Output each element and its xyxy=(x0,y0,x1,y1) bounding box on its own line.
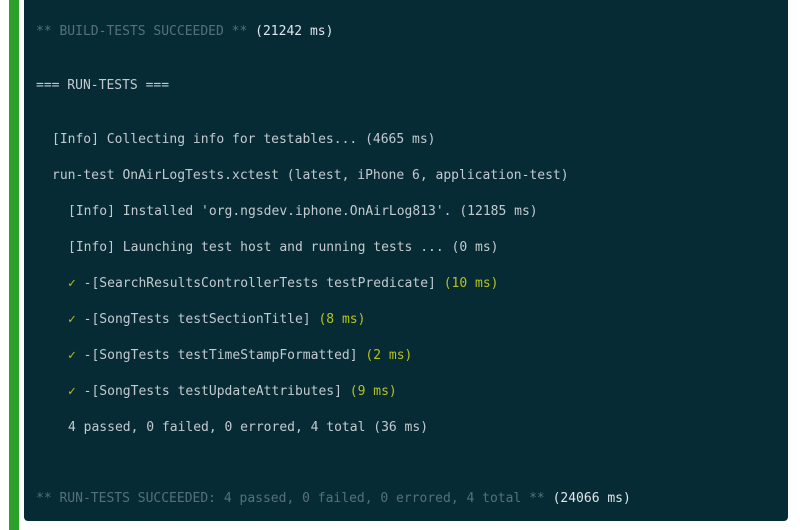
check-icon: ✓ xyxy=(68,276,76,291)
test-time: (10 ms) xyxy=(443,276,499,291)
build-result-line: ** BUILD-TESTS SUCCEEDED ** (21242 ms) xyxy=(36,23,333,41)
test-result-line: ✓ -[SongTests testUpdateAttributes] (9 m… xyxy=(68,383,397,401)
test-result-line: ✓ -[SearchResultsControllerTests testPre… xyxy=(68,275,498,293)
build-time: (21242 ms) xyxy=(255,24,334,39)
test-time: (9 ms) xyxy=(349,384,397,399)
installed-text: [Info] Installed 'org.ngsdev.iphone.OnAi… xyxy=(68,204,538,219)
check-icon: ✓ xyxy=(68,348,76,363)
test-time: (8 ms) xyxy=(318,312,366,327)
run-tests-header-text: === RUN-TESTS === xyxy=(36,78,170,93)
check-icon: ✓ xyxy=(68,312,76,327)
build-status: ** BUILD-TESTS SUCCEEDED ** xyxy=(36,24,248,39)
test-name: -[SongTests testTimeStampFormatted] xyxy=(83,348,358,363)
installed-line: [Info] Installed 'org.ngsdev.iphone.OnAi… xyxy=(68,203,538,221)
test-name: -[SongTests testUpdateAttributes] xyxy=(83,384,342,399)
test-name: -[SongTests testSectionTitle] xyxy=(83,312,311,327)
test-summary-text: 4 passed, 0 failed, 0 errored, 4 total (… xyxy=(68,420,429,435)
page: ** BUILD-TESTS SUCCEEDED ** (21242 ms) =… xyxy=(0,0,800,530)
run-tests-time: (24066 ms) xyxy=(552,491,631,506)
run-test-line: run-test OnAirLogTests.xctest (latest, i… xyxy=(52,167,569,185)
collecting-info-text: [Info] Collecting info for testables... … xyxy=(52,132,436,147)
launching-text: [Info] Launching test host and running t… xyxy=(68,240,499,255)
terminal-output: ** BUILD-TESTS SUCCEEDED ** (21242 ms) =… xyxy=(24,0,788,521)
run-tests-header: === RUN-TESTS === xyxy=(36,77,169,95)
run-tests-result-line: ** RUN-TESTS SUCCEEDED: 4 passed, 0 fail… xyxy=(36,490,631,508)
launching-line: [Info] Launching test host and running t… xyxy=(68,239,498,257)
collecting-info-line: [Info] Collecting info for testables... … xyxy=(52,131,436,149)
test-name: -[SearchResultsControllerTests testPredi… xyxy=(83,276,436,291)
test-summary-line: 4 passed, 0 failed, 0 errored, 4 total (… xyxy=(68,419,428,437)
accent-bar xyxy=(9,0,19,530)
run-tests-status: ** RUN-TESTS SUCCEEDED: 4 passed, 0 fail… xyxy=(36,491,545,506)
run-test-text: run-test OnAirLogTests.xctest (latest, i… xyxy=(52,168,569,183)
test-time: (2 ms) xyxy=(365,348,413,363)
check-icon: ✓ xyxy=(68,384,76,399)
test-result-line: ✓ -[SongTests testSectionTitle] (8 ms) xyxy=(68,311,365,329)
test-result-line: ✓ -[SongTests testTimeStampFormatted] (2… xyxy=(68,347,412,365)
